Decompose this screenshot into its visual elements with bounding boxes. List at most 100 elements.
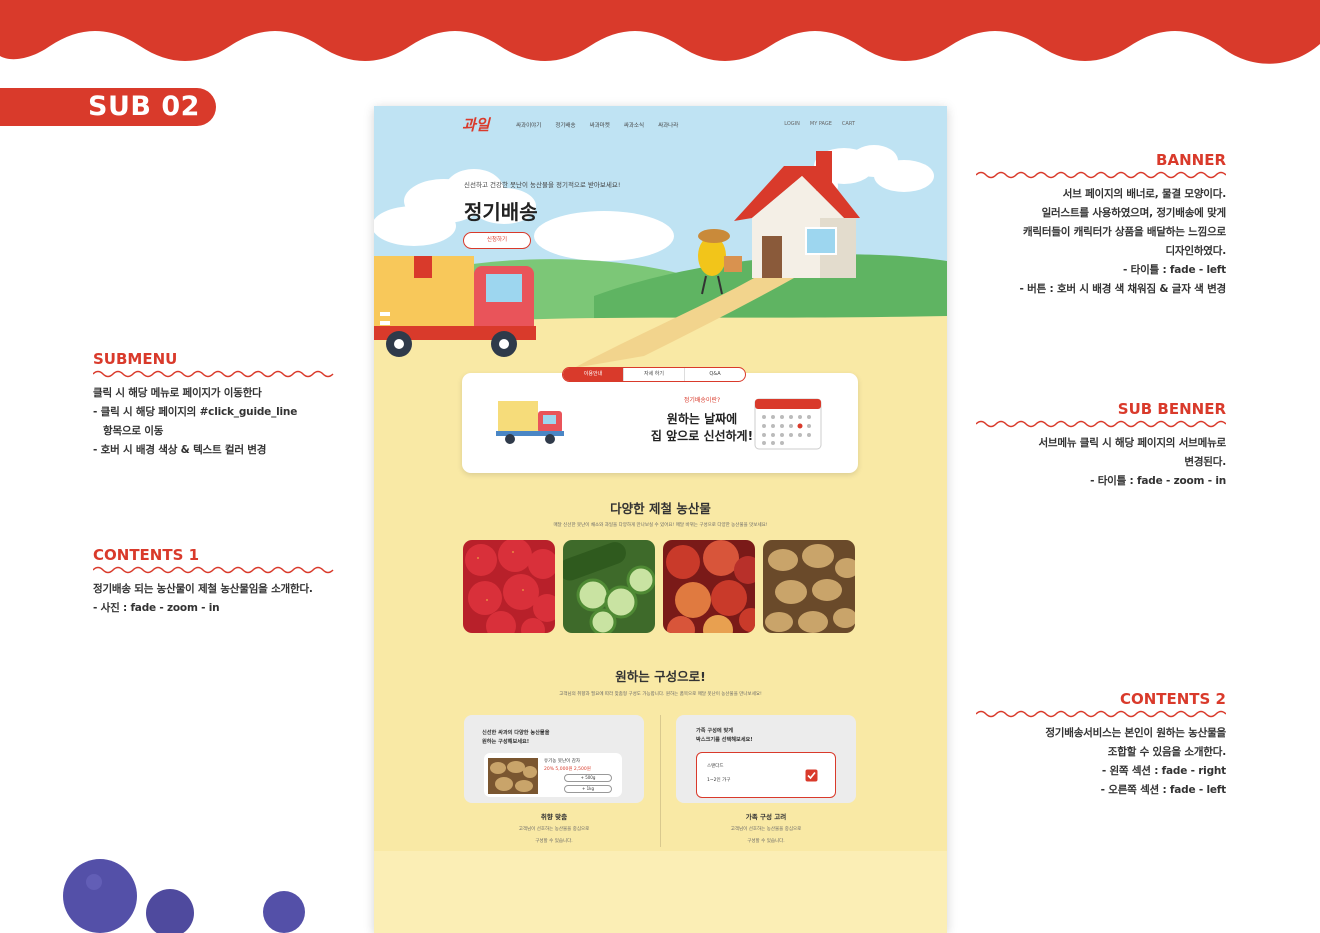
section-title-custom: 원하는 구성으로! — [615, 669, 706, 684]
note-line: 조합할 수 있음을 소개한다. — [1107, 746, 1226, 758]
note-line: 일러스트를 사용하였으며, 정기배송에 맞게 — [1041, 207, 1227, 219]
caption-desc-right: 고객님이 선호하는 농산물을 중심으로 구성할 수 있습니다. — [676, 824, 856, 848]
note-line: 항목으로 이동 — [103, 425, 164, 437]
menu-item[interactable]: 싸과소식 — [624, 121, 644, 129]
note-title: BANNER — [1156, 151, 1226, 169]
hero-illustration — [374, 106, 947, 368]
caption-line: 고객님이 선호하는 농산물을 중심으로 — [730, 827, 802, 832]
box-size-option[interactable]: 스탠다드 1~2인 가구 — [696, 752, 836, 798]
mock-navbar: 과일 싸과이야기 정기배송 싸과마켓 싸과소식 싸과나라 LOGIN MY PA… — [374, 106, 947, 144]
potato-photo — [763, 540, 855, 633]
mypage-link[interactable]: MY PAGE — [810, 121, 832, 127]
menu-item[interactable]: 정기배송 — [555, 121, 575, 129]
mock-util-menu: LOGIN MY PAGE CART — [784, 121, 855, 127]
custom-panel-right: 가족 구성에 맞게 박스크기를 선택해보세요! 스탠다드 1~2인 가구 — [676, 715, 856, 803]
section-desc-custom: 고객님의 취향과 필요에 따라 맞춤형 구성도 가능합니다. 원하는 품목으로 … — [559, 692, 762, 697]
panel-text-line: 원하는 구성해보세요! — [482, 739, 530, 745]
squiggle-divider — [976, 171, 1226, 179]
sub-banner-card: 정기배송이란? 원하는 날짜에 집 앞으로 신선하게! — [462, 373, 858, 473]
note-title: CONTENTS 1 — [93, 546, 200, 564]
option-button[interactable]: + 1kg — [564, 785, 612, 793]
product-name: 유기농 못난이 감자 — [544, 759, 580, 764]
note-title: SUBMENU — [93, 350, 178, 368]
note-subbanner: SUB BENNER 서브메뉴 클릭 시 해당 페이지의 서브메뉴로 변경된다.… — [976, 400, 1226, 491]
note-line: 서브메뉴 클릭 시 해당 페이지의 서브메뉴로 — [1038, 437, 1226, 449]
hero-subtitle: 신선하고 건강한 못난이 농산물을 정기적으로 받아보세요! — [464, 181, 621, 189]
note-line: 캐릭터들이 캐릭터가 상품을 배달하는 느낌으로 — [1022, 226, 1226, 238]
note-line: - 왼쪽 섹션 : fade - right — [1101, 765, 1226, 777]
login-link[interactable]: LOGIN — [784, 121, 800, 127]
mock-bottom-area — [374, 851, 947, 933]
website-mockup: 과일 싸과이야기 정기배송 싸과마켓 싸과소식 싸과나라 LOGIN MY PA… — [374, 106, 947, 933]
section-title-seasonal: 다양한 제철 농산물 — [610, 501, 711, 516]
apply-button[interactable]: 신청하기 — [463, 232, 531, 249]
apple-photo — [663, 540, 755, 633]
note-line: - 타이틀 : fade - zoom - in — [1090, 475, 1226, 487]
mock-main-menu: 싸과이야기 정기배송 싸과마켓 싸과소식 싸과나라 — [516, 121, 678, 129]
tab-qna[interactable]: Q&A — [685, 368, 745, 381]
caption-line: 고객님이 선호하는 농산물을 중심으로 — [518, 827, 590, 832]
note-title: SUB BENNER — [1117, 400, 1226, 418]
submenu-tabs: 이용안내 자세 하기 Q&A — [562, 367, 746, 382]
blueberry-icon — [63, 859, 305, 933]
produce-gallery — [463, 540, 855, 633]
squiggle-divider — [93, 566, 334, 574]
mock-logo[interactable]: 과일 — [462, 114, 490, 135]
menu-item[interactable]: 싸과이야기 — [516, 121, 541, 129]
menu-item[interactable]: 싸과나라 — [658, 121, 678, 129]
note-contents2: CONTENTS 2 정기배송서비스는 본인이 원하는 농산물을 조합할 수 있… — [976, 690, 1226, 800]
panel-text-line: 신선한 싸과의 다양한 농산물을 — [482, 730, 550, 736]
caption-line: 구성할 수 있습니다. — [535, 839, 573, 844]
note-line: - 호버 시 배경 색상 & 텍스트 컬러 변경 — [93, 444, 267, 456]
note-line: 클릭 시 해당 메뉴로 페이지가 이동한다 — [93, 387, 262, 399]
caption-title-left: 취향 맞춤 — [540, 813, 568, 821]
note-contents1: CONTENTS 1 정기배송 되는 농산물이 제철 농산물임을 소개한다. -… — [93, 546, 353, 618]
option-button[interactable]: + 500g — [564, 774, 612, 782]
hero-title: 정기배송 — [464, 200, 538, 224]
note-line: - 오른쪽 섹션 : fade - left — [1100, 784, 1227, 796]
calendar-icon — [754, 398, 822, 450]
menu-item[interactable]: 싸과마켓 — [590, 121, 610, 129]
product-price: 20% 5,000원 2,500원 — [544, 767, 591, 772]
squiggle-divider — [976, 420, 1226, 428]
cart-link[interactable]: CART — [842, 121, 855, 127]
note-line: - 클릭 시 해당 페이지의 #click_guide_line — [93, 406, 298, 418]
note-line: 디자인하였다. — [1165, 245, 1226, 257]
top-wave-decoration — [0, 0, 1320, 64]
page-section-label: SUB 02 — [0, 88, 216, 126]
checkbox-icon[interactable] — [805, 769, 818, 782]
box-size-label: 스탠다드 — [707, 764, 724, 769]
hero-banner: 과일 싸과이야기 정기배송 싸과마켓 싸과소식 싸과나라 LOGIN MY PA… — [374, 106, 947, 368]
note-banner: BANNER 서브 페이지의 배너로, 물결 모양이다. 일러스트를 사용하였으… — [976, 151, 1226, 299]
section-divider — [660, 715, 661, 847]
panel-text: 신선한 싸과의 다양한 농산물을 원하는 구성해보세요! — [482, 729, 549, 747]
panel-text: 가족 구성에 맞게 박스크기를 선택해보세요! — [696, 727, 753, 745]
product-mini-card: 유기농 못난이 감자 20% 5,000원 2,500원 + 500g + 1k… — [484, 753, 622, 797]
box-size-detail: 1~2인 가구 — [707, 778, 731, 783]
note-line: - 타이틀 : fade - left — [1123, 264, 1226, 276]
note-title: CONTENTS 2 — [1119, 690, 1226, 708]
card-question: 정기배송이란? — [683, 397, 721, 404]
caption-desc-left: 고객님이 선호하는 농산물을 중심으로 구성할 수 있습니다. — [464, 824, 644, 848]
squiggle-divider — [976, 710, 1226, 718]
note-line: 정기배송서비스는 본인이 원하는 농산물을 — [1045, 727, 1226, 739]
potato-thumb — [488, 758, 538, 794]
note-line: 정기배송 되는 농산물이 제철 농산물임을 소개한다. — [93, 583, 313, 595]
note-line: 서브 페이지의 배너로, 물결 모양이다. — [1062, 188, 1227, 200]
note-line: 변경된다. — [1184, 456, 1226, 468]
note-line: - 버튼 : 호버 시 배경 색 채워짐 & 글자 색 변경 — [1019, 283, 1227, 295]
panel-text-line: 가족 구성에 맞게 — [696, 728, 734, 734]
custom-panel-left: 신선한 싸과의 다양한 농산물을 원하는 구성해보세요! 유기농 못난이 감자 … — [464, 715, 644, 803]
cucumber-photo — [563, 540, 655, 633]
strawberry-photo — [463, 540, 555, 633]
caption-line: 구성할 수 있습니다. — [747, 839, 785, 844]
section-desc-seasonal: 매달 신선한 못난이 채소와 과일을 다양하게 만나보실 수 있어요! 매달 바… — [553, 523, 768, 528]
panel-text-line: 박스크기를 선택해보세요! — [696, 737, 753, 743]
note-line: - 사진 : fade - zoom - in — [93, 602, 220, 614]
note-submenu: SUBMENU 클릭 시 해당 메뉴로 페이지가 이동한다 - 클릭 시 해당 … — [93, 350, 343, 460]
tab-detail[interactable]: 자세 하기 — [624, 368, 685, 381]
tab-guide[interactable]: 이용안내 — [563, 368, 624, 381]
caption-title-right: 가족 구성 고려 — [745, 813, 787, 821]
truck-icon — [496, 401, 564, 444]
squiggle-divider — [93, 370, 334, 378]
